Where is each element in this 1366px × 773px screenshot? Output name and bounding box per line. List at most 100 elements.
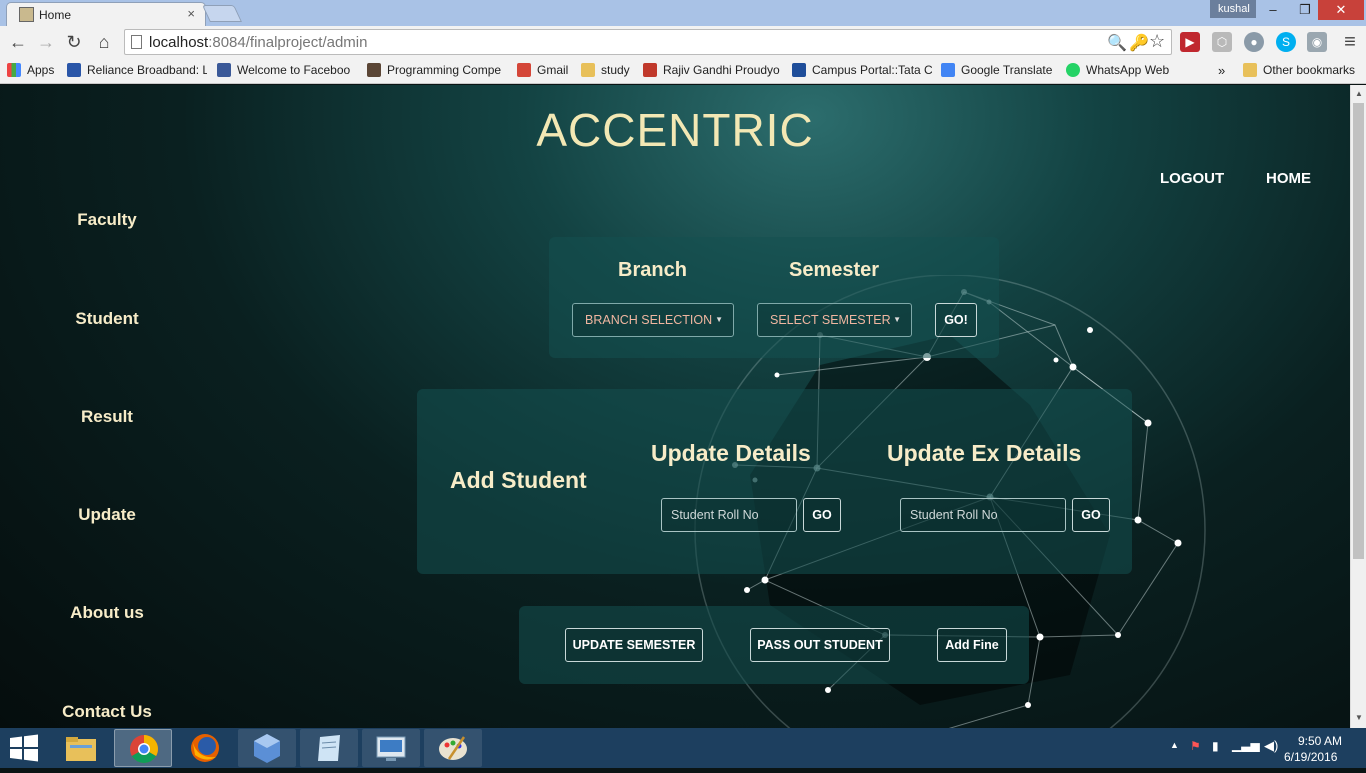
add-fine-button[interactable]: Add Fine <box>937 628 1007 662</box>
sidebar-item-contact-us[interactable]: Contact Us <box>0 702 214 722</box>
extension-eye-icon[interactable]: ◉ <box>1307 32 1327 52</box>
scroll-down-icon[interactable]: ▼ <box>1355 713 1363 722</box>
update-ex-details-heading: Update Ex Details <box>887 440 1082 466</box>
codechef-icon <box>367 63 381 77</box>
update-ex-details-go-button[interactable]: GO <box>1072 498 1110 532</box>
zoom-icon[interactable]: 🔍 <box>1107 33 1127 53</box>
back-button[interactable]: ← <box>6 31 30 53</box>
url-text[interactable]: localhost:8084/finalproject/admin <box>149 34 367 51</box>
web-page: ACCENTRIC LOGOUT HOME Faculty Student Re… <box>0 85 1350 728</box>
notepad-icon[interactable] <box>300 729 358 767</box>
reliance-icon <box>67 63 81 77</box>
gmail-icon <box>517 63 531 77</box>
bookmarks-more-button[interactable]: » <box>1218 63 1225 78</box>
bookmark-apps[interactable]: Apps <box>7 63 54 77</box>
home-link[interactable]: HOME <box>1266 170 1311 187</box>
home-button[interactable]: ⌂ <box>92 31 116 53</box>
reload-button[interactable]: ↻ <box>62 31 86 53</box>
apps-grid-icon <box>7 63 21 77</box>
branch-select[interactable]: BRANCH SELECTION ▼ <box>572 303 734 337</box>
clock-date[interactable]: 6/19/2016 <box>1284 750 1337 764</box>
branch-heading: Branch <box>618 259 687 281</box>
paint-icon[interactable] <box>424 729 482 767</box>
update-details-heading: Update Details <box>651 440 811 466</box>
key-icon[interactable]: 🔑 <box>1129 33 1149 53</box>
scroll-thumb[interactable] <box>1353 103 1364 559</box>
address-bar[interactable]: localhost:8084/finalproject/admin 🔍 🔑 ☆ <box>124 29 1172 55</box>
branch-semester-panel: Branch Semester BRANCH SELECTION ▼ SELECT… <box>549 237 999 358</box>
browser-toolbar: ← → ↻ ⌂ localhost:8084/finalproject/admi… <box>0 26 1366 58</box>
folder-icon <box>1243 63 1257 77</box>
roll-no-input[interactable]: Student Roll No <box>661 498 797 532</box>
branch-go-button[interactable]: GO! <box>935 303 977 337</box>
minimize-button[interactable]: – <box>1256 0 1290 20</box>
extension-red-icon[interactable]: ▶ <box>1180 32 1200 52</box>
bookmark-item[interactable]: study <box>581 63 630 77</box>
forward-button[interactable]: → <box>34 31 58 53</box>
dropdown-arrow-icon: ▼ <box>893 315 901 324</box>
bookmarks-bar: Apps Reliance Broadband: L Welcome to Fa… <box>0 58 1366 84</box>
bookmark-item[interactable]: WhatsApp Web <box>1066 63 1169 77</box>
ex-roll-no-input[interactable]: Student Roll No <box>900 498 1066 532</box>
bookmark-item[interactable]: Gmail <box>517 63 568 77</box>
semester-select[interactable]: SELECT SEMESTER ▼ <box>757 303 912 337</box>
tab-close-icon[interactable]: × <box>187 6 195 21</box>
windows-taskbar: ▲ ⚑ ▮ ▁▃▅ ◀) 9:50 AM 6/19/2016 <box>0 728 1366 768</box>
virtualbox-icon[interactable] <box>238 729 296 767</box>
bookmark-star-icon[interactable]: ☆ <box>1149 31 1165 52</box>
show-hidden-icons[interactable]: ▲ <box>1170 740 1179 750</box>
clock-time[interactable]: 9:50 AM <box>1298 734 1342 748</box>
power-icon[interactable]: ▮ <box>1212 739 1219 753</box>
tab-strip: Home × kushal – ❐ ✕ <box>0 0 1366 26</box>
skype-icon[interactable]: S <box>1276 32 1296 52</box>
volume-icon[interactable]: ◀) <box>1264 738 1278 754</box>
start-button-icon[interactable] <box>8 734 40 762</box>
whatsapp-icon <box>1066 63 1080 77</box>
bookmark-item[interactable]: Rajiv Gandhi Proudyo <box>643 63 783 77</box>
maximize-button[interactable]: ❐ <box>1288 0 1322 20</box>
scroll-up-icon[interactable]: ▲ <box>1355 89 1363 98</box>
tab-home[interactable]: Home × <box>6 2 206 26</box>
flag-icon[interactable]: ⚑ <box>1190 739 1201 753</box>
student-panel: Add Student Update Details Update Ex Det… <box>417 389 1132 574</box>
facebook-icon <box>217 63 231 77</box>
sidebar-item-faculty[interactable]: Faculty <box>0 210 214 230</box>
tab-title: Home <box>39 8 72 22</box>
firefox-icon[interactable] <box>176 729 234 767</box>
rgpv-icon <box>643 63 657 77</box>
sidebar-item-update[interactable]: Update <box>0 505 214 525</box>
update-semester-button[interactable]: UPDATE SEMESTER <box>565 628 703 662</box>
logout-link[interactable]: LOGOUT <box>1160 170 1224 187</box>
page-scrollbar[interactable]: ▲ ▼ <box>1350 85 1366 728</box>
new-tab-button[interactable] <box>202 5 242 22</box>
page-icon <box>131 35 142 49</box>
bookmark-item[interactable]: Programming Compe <box>367 63 507 77</box>
profile-badge[interactable]: kushal <box>1210 0 1256 18</box>
dropdown-arrow-icon: ▼ <box>715 315 723 324</box>
add-student-link[interactable]: Add Student <box>450 467 587 494</box>
sidebar-item-about-us[interactable]: About us <box>0 603 214 623</box>
close-window-button[interactable]: ✕ <box>1318 0 1364 20</box>
pass-out-student-button[interactable]: PASS OUT STUDENT <box>750 628 890 662</box>
browser-window: Home × kushal – ❐ ✕ ← → ↻ ⌂ localhost:80… <box>0 0 1366 768</box>
remote-desktop-icon[interactable] <box>362 729 420 767</box>
bookmark-item[interactable]: Google Translate <box>941 63 1052 77</box>
actions-panel: UPDATE SEMESTER PASS OUT STUDENT Add Fin… <box>519 606 1029 684</box>
chrome-icon[interactable] <box>114 729 172 767</box>
bookmark-other[interactable]: Other bookmarks <box>1243 63 1355 77</box>
tata-icon <box>792 63 806 77</box>
semester-heading: Semester <box>789 259 880 281</box>
extension-cube-icon[interactable]: ⬡ <box>1212 32 1232 52</box>
bookmark-item[interactable]: Reliance Broadband: L <box>67 63 207 77</box>
extension-globe-icon[interactable]: ● <box>1244 32 1264 52</box>
bookmark-item[interactable]: Welcome to Faceboo <box>217 63 357 77</box>
site-title: ACCENTRIC <box>536 104 814 156</box>
file-explorer-icon[interactable] <box>52 729 110 767</box>
system-tray: ▲ ⚑ ▮ ▁▃▅ ◀) 9:50 AM 6/19/2016 <box>1160 728 1360 768</box>
bookmark-item[interactable]: Campus Portal::Tata C <box>792 63 932 77</box>
menu-icon[interactable]: ≡ <box>1338 31 1362 53</box>
sidebar-item-result[interactable]: Result <box>0 407 214 427</box>
sidebar-item-student[interactable]: Student <box>0 309 214 329</box>
update-details-go-button[interactable]: GO <box>803 498 841 532</box>
network-icon[interactable]: ▁▃▅ <box>1232 738 1260 752</box>
